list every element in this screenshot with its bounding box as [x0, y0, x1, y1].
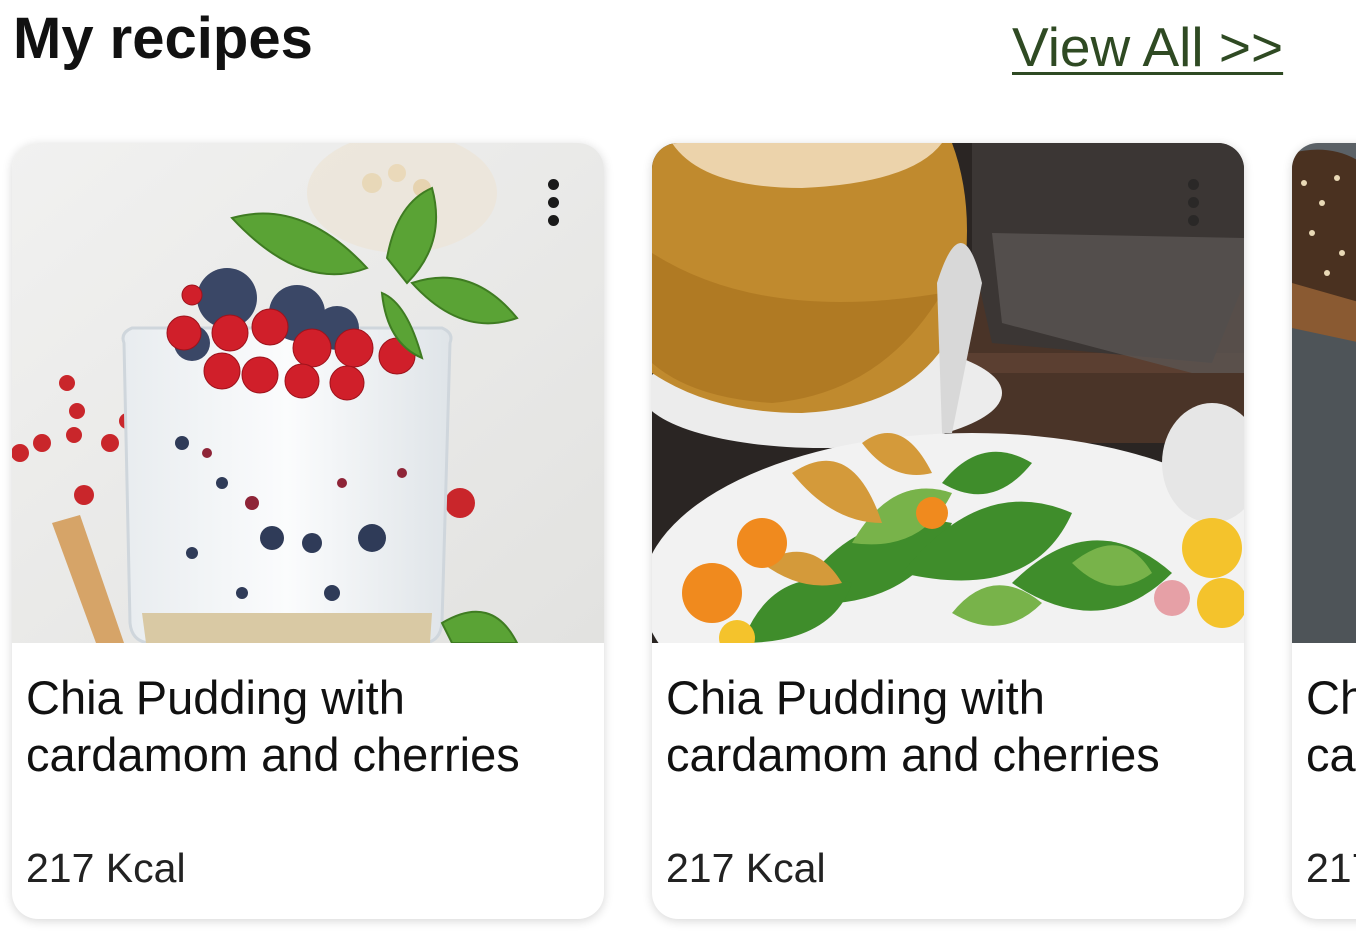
more-vertical-icon-dot — [548, 197, 559, 208]
recipe-title: Chia Pudding with cardamom and cherries — [666, 669, 1236, 783]
more-options-button[interactable] — [534, 173, 574, 233]
more-vertical-icon-dot — [1188, 197, 1199, 208]
recipe-title-line: ca — [1306, 728, 1356, 781]
recipe-image-bread — [1292, 143, 1356, 643]
more-vertical-icon-dot — [1188, 215, 1199, 226]
recipe-title: Ch ca — [1306, 669, 1356, 783]
recipe-calories: 217 Kcal — [26, 845, 186, 891]
recipe-card[interactable]: Chia Pudding with cardamom and cherries 2… — [652, 143, 1244, 919]
recipe-title-line: Ch — [1306, 671, 1356, 724]
more-vertical-icon — [548, 179, 559, 190]
recipe-image-chia-pudding — [12, 143, 604, 643]
more-vertical-icon — [1188, 179, 1199, 190]
recipe-calories: 217 Kcal — [1306, 845, 1356, 891]
more-options-button[interactable] — [1174, 173, 1214, 233]
recipe-title-line: cardamom and cherries — [26, 728, 520, 781]
recipe-title-line: Chia Pudding with — [26, 671, 405, 724]
recipe-title-line: cardamom and cherries — [666, 728, 1160, 781]
recipe-title-line: Chia Pudding with — [666, 671, 1045, 724]
recipe-title: Chia Pudding with cardamom and cherries — [26, 669, 596, 783]
recipe-carousel[interactable]: Chia Pudding with cardamom and cherries 2… — [0, 0, 1356, 933]
recipe-card[interactable]: Chca 217 Kcal — [1292, 143, 1356, 919]
recipe-card[interactable]: Chia Pudding with cardamom and cherries 2… — [12, 143, 604, 919]
recipe-calories: 217 Kcal — [666, 845, 826, 891]
recipe-image-salad — [652, 143, 1244, 643]
more-vertical-icon-dot — [548, 215, 559, 226]
